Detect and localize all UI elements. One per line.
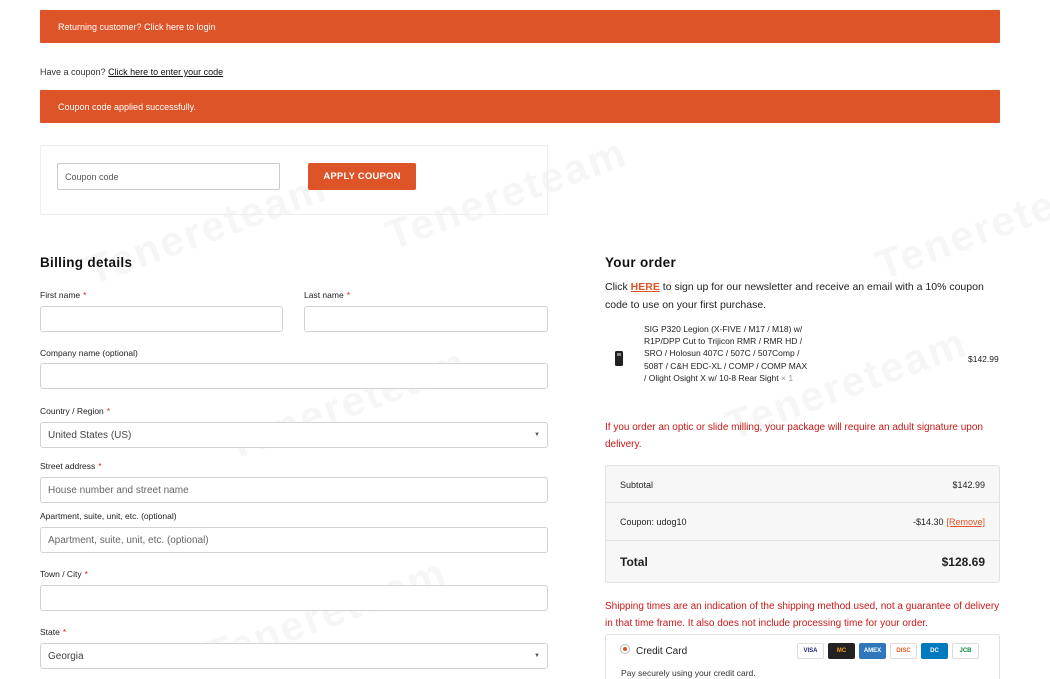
credit-card-description: Pay securely using your credit card. (621, 668, 756, 678)
first-name-field[interactable] (40, 306, 283, 332)
adult-signature-warning: If you order an optic or slide milling, … (605, 422, 983, 450)
apartment-field[interactable] (40, 527, 548, 553)
product-thumbnail (615, 351, 623, 366)
last-name-field[interactable] (304, 306, 548, 332)
chevron-down-icon: ▼ (534, 653, 540, 659)
coupon-applied-notice: Coupon code applied successfully. (40, 90, 1000, 123)
coupon-applied-text: Coupon code applied successfully. (58, 101, 196, 112)
city-label: Town / City * (40, 569, 88, 579)
product-quantity: × 1 (781, 372, 794, 383)
newsletter-text: Click HERE to sign up for our newsletter… (605, 281, 984, 311)
apartment-label: Apartment, suite, unit, etc. (optional) (40, 511, 177, 521)
card-logos: VISA MC AMEX DISC DC JCB (797, 643, 979, 659)
amex-icon: AMEX (859, 643, 886, 659)
coupon-row: Coupon: udog10 -$14.30 [Remove] (606, 517, 999, 527)
watermark-text: Tenereteam (219, 338, 473, 470)
watermark-text: Tenereteam (869, 158, 1050, 290)
subtotal-value: $142.99 (952, 480, 985, 490)
order-heading: Your order (605, 255, 677, 270)
chevron-down-icon: ▼ (534, 432, 540, 438)
company-name-field[interactable] (40, 363, 548, 389)
street-address-label: Street address * (40, 461, 102, 471)
coupon-discount: -$14.30 (912, 517, 944, 527)
apply-coupon-button[interactable]: APPLY COUPON (308, 163, 416, 190)
subtotal-row: Subtotal $142.99 (606, 480, 999, 490)
last-name-label: Last name * (304, 290, 351, 300)
order-totals: Subtotal $142.99 Coupon: udog10 -$14.30[… (605, 465, 1000, 583)
diners-club-icon: DC (921, 643, 948, 659)
company-name-label: Company name (optional) (40, 348, 138, 358)
discover-icon: DISC (890, 643, 917, 659)
billing-heading: Billing details (40, 255, 133, 270)
login-link[interactable]: Returning customer? Click here to login (58, 22, 216, 32)
state-value: Georgia (48, 650, 84, 662)
coupon-code-input[interactable] (57, 163, 280, 190)
country-label: Country / Region * (40, 406, 111, 416)
country-value: United States (US) (48, 429, 132, 441)
shipping-time-warning: Shipping times are an indication of the … (605, 601, 1000, 629)
city-field[interactable] (40, 585, 548, 611)
total-row: Total $128.69 (606, 555, 999, 569)
jcb-icon: JCB (952, 643, 979, 659)
credit-card-label[interactable]: Credit Card (636, 646, 687, 657)
total-value: $128.69 (941, 555, 985, 569)
coupon-form: APPLY COUPON (40, 145, 548, 215)
state-label: State * (40, 627, 67, 637)
street-address-field[interactable] (40, 477, 548, 503)
credit-card-radio[interactable] (620, 644, 630, 654)
state-select[interactable]: Georgia ▼ (40, 643, 548, 669)
coupon-prompt: Have a coupon? Click here to enter your … (40, 67, 223, 77)
returning-customer-notice: Returning customer? Click here to login (40, 10, 1000, 43)
coupon-label: Coupon: udog10 (620, 517, 687, 527)
enter-coupon-link[interactable]: Click here to enter your code (108, 67, 223, 77)
newsletter-signup-link[interactable]: HERE (631, 281, 660, 293)
coupon-prompt-text: Have a coupon? (40, 67, 106, 77)
mastercard-icon: MC (828, 643, 855, 659)
product-price: $142.99 (968, 354, 999, 364)
payment-method-box: Credit Card VISA MC AMEX DISC DC JCB Pay… (605, 634, 1000, 679)
remove-coupon-link[interactable]: [Remove] (946, 517, 985, 527)
country-select[interactable]: United States (US) ▼ (40, 422, 548, 448)
first-name-label: First name * (40, 290, 87, 300)
subtotal-label: Subtotal (620, 480, 654, 490)
total-label: Total (620, 555, 648, 569)
visa-icon: VISA (797, 643, 824, 659)
product-name: SIG P320 Legion (X-FIVE / M17 / M18) w/ … (644, 324, 808, 383)
